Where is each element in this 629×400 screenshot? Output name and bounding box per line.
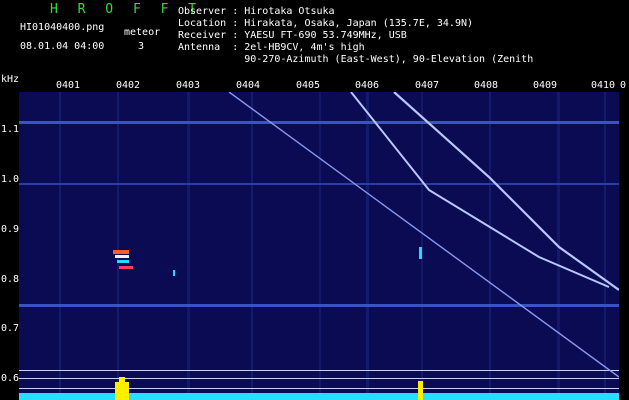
observer-value: Hirotaka Otsuka: [244, 6, 335, 17]
y-tick: 0.8: [1, 274, 20, 285]
meteor-trace: [228, 92, 619, 378]
x-tick-end: 0: [620, 80, 627, 91]
antenna-label: Antenna: [178, 42, 221, 53]
meteor-traces: [228, 92, 619, 378]
x-tick: 0402: [116, 80, 141, 91]
antenna-value: 2el-HB9CV, 4m's high: [244, 42, 365, 53]
carrier-line: [19, 378, 619, 379]
station-info: Observer : Hirotaka Otsuka Location : Hi…: [178, 6, 534, 65]
meteor-echo: [113, 247, 422, 276]
burst-peak: [418, 381, 423, 400]
x-tick: 0404: [236, 80, 261, 91]
burst-peak: [119, 377, 125, 400]
noise-column: [366, 92, 369, 400]
carrier-line: [19, 121, 619, 124]
carrier-line: [19, 388, 619, 389]
x-tick: 0401: [56, 80, 81, 91]
spectrogram-canvas: [19, 92, 619, 400]
x-tick: 0403: [176, 80, 201, 91]
noise-column: [319, 92, 321, 400]
echo-mark: [173, 270, 175, 276]
noise-floor: [19, 393, 619, 400]
date-time: 08.01.04 04:00: [20, 41, 105, 52]
kind-label: meteor: [124, 27, 161, 38]
location-label: Location: [178, 18, 227, 29]
noise-column: [421, 92, 423, 400]
echo-mark: [117, 260, 129, 263]
antenna-value-2: 90-270-Azimuth (East-West), 90-Elevation…: [244, 54, 534, 65]
echo-mark: [419, 247, 422, 259]
echo-mark: [119, 266, 133, 269]
y-tick: 0.7: [1, 323, 20, 334]
x-tick: 0410: [591, 80, 616, 91]
echo-mark: [115, 255, 129, 258]
observer-label: Observer: [178, 6, 227, 17]
noise-column: [489, 92, 491, 400]
y-tick: 0.9: [1, 224, 20, 235]
file-name: HI01040400.png: [20, 22, 105, 33]
receiver-value: YAESU FT-690 53.749MHz, USB: [244, 30, 407, 41]
y-tick: 0.6: [1, 373, 20, 384]
carrier-line: [19, 370, 619, 371]
noise-column: [117, 92, 119, 400]
noise-column: [59, 92, 61, 400]
noise-column: [187, 92, 190, 400]
location-value: Hirakata, Osaka, Japan (135.7E, 34.9N): [244, 18, 474, 29]
carrier-line: [19, 183, 619, 185]
spectrogram-plot: [19, 92, 619, 400]
x-tick: 0408: [474, 80, 499, 91]
carrier-line: [19, 304, 619, 307]
column-noise: [59, 92, 606, 400]
x-tick: 0409: [533, 80, 558, 91]
x-tick: 0405: [296, 80, 321, 91]
x-tick: 0406: [355, 80, 380, 91]
y-axis-unit: kHz: [1, 74, 20, 85]
echo-mark: [113, 250, 129, 254]
x-tick: 0407: [415, 80, 440, 91]
y-tick: 1.0: [1, 174, 20, 185]
meteor-count: 3: [138, 41, 145, 52]
noise-column: [604, 92, 606, 400]
receiver-label: Receiver: [178, 30, 227, 41]
y-tick: 1.1: [1, 124, 20, 135]
noise-column: [251, 92, 253, 400]
